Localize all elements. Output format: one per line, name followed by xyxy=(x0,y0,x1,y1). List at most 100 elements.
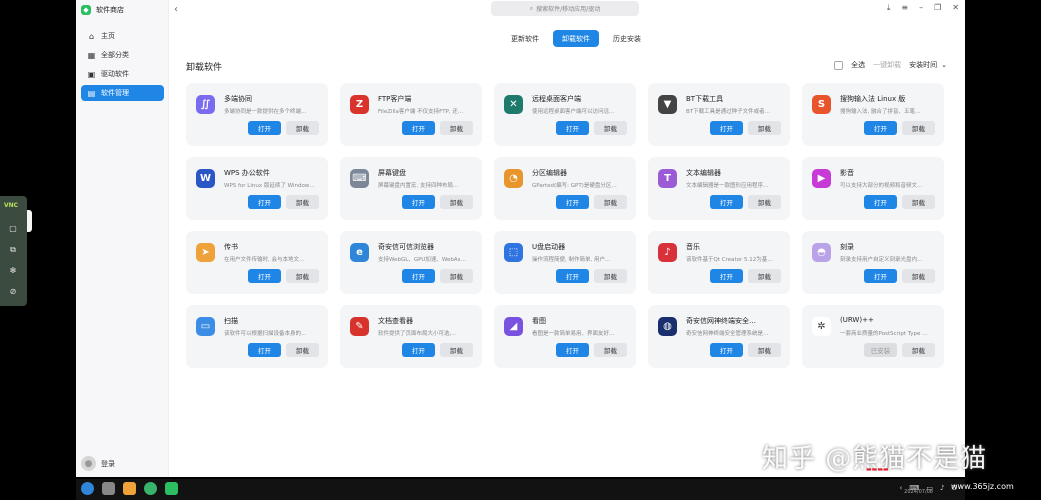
user-login[interactable]: ● 登录 xyxy=(81,456,115,471)
tab-2[interactable]: 历史安装 xyxy=(604,30,650,47)
sidebar-item-1[interactable]: ▦ 全部分类 xyxy=(81,47,164,63)
uninstall-button[interactable]: 卸载 xyxy=(594,343,627,357)
uninstall-button[interactable]: 卸载 xyxy=(748,343,781,357)
app-card[interactable]: ✲ (URW)++ 一套商业质量的PostScript Type … 已安装 卸载 xyxy=(802,305,944,368)
download-icon[interactable]: ⤓ xyxy=(887,3,891,13)
open-button[interactable]: 打开 xyxy=(248,121,281,135)
minimize-icon[interactable]: – xyxy=(919,3,923,13)
maximize-icon[interactable]: ❐ xyxy=(934,3,941,13)
launcher-icon[interactable] xyxy=(81,482,94,495)
app-card[interactable]: ◢ 看图 看图是一款简单易用、界面友好… 打开 卸载 xyxy=(494,305,636,368)
app-card[interactable]: Z FTP客户端 FileZilla客户端 不仅支持FTP, 还… 打开 卸载 xyxy=(340,83,482,146)
open-button[interactable]: 打开 xyxy=(864,195,897,209)
sort-dropdown[interactable]: 安装时间 ⌄ xyxy=(909,60,947,70)
browser-icon[interactable] xyxy=(144,482,157,495)
tab-0[interactable]: 更新软件 xyxy=(502,30,548,47)
open-button[interactable]: 打开 xyxy=(402,343,435,357)
menu-icon[interactable]: ≡ xyxy=(901,3,908,13)
open-button[interactable]: 打开 xyxy=(864,121,897,135)
volume-icon[interactable]: ♪ xyxy=(940,484,944,493)
tab-1[interactable]: 卸载软件 xyxy=(553,30,599,47)
app-card[interactable]: T 文本编辑器 文本编辑器是一款图形应用程序… 打开 卸载 xyxy=(648,157,790,220)
open-button[interactable]: 打开 xyxy=(710,343,743,357)
app-store-taskbar-icon[interactable] xyxy=(165,482,178,495)
app-card[interactable]: W WPS 办公软件 WPS for Linux 版延续了 Window… 打开 卸载 xyxy=(186,157,328,220)
uninstall-button[interactable]: 卸载 xyxy=(902,121,935,135)
app-card[interactable]: ⌨ 屏幕键盘 屏幕键盘内置宏, 支持四种布局… 打开 卸载 xyxy=(340,157,482,220)
window-controls: ⤓ ≡ – ❐ ✕ xyxy=(887,3,959,13)
multitask-icon[interactable] xyxy=(102,482,115,495)
uninstall-button[interactable]: 卸载 xyxy=(286,269,319,283)
app-card[interactable]: ∬ 多端协同 多端协同是一款提供在多个终端… 打开 卸载 xyxy=(186,83,328,146)
app-card[interactable]: ⬚ U盘启动器 操作流程简便, 制作简单, 用户… 打开 卸载 xyxy=(494,231,636,294)
uninstall-button[interactable]: 卸载 xyxy=(748,269,781,283)
app-icon: ◔ xyxy=(504,169,523,188)
clipboard-icon[interactable]: ⧉ xyxy=(8,245,18,255)
open-button[interactable]: 打开 xyxy=(556,269,589,283)
display-icon[interactable]: ▢ xyxy=(8,224,18,234)
vnc-panel-handle[interactable] xyxy=(27,210,32,232)
batch-uninstall-link[interactable]: 一键卸载 xyxy=(873,60,901,70)
app-icon: ◍ xyxy=(658,317,677,336)
app-card[interactable]: ➤ 传书 在用户文件传输时, 会与本地文… 打开 卸载 xyxy=(186,231,328,294)
sidebar-item-0[interactable]: ⌂ 主页 xyxy=(81,28,164,44)
home-icon: ⌂ xyxy=(88,31,95,41)
open-button[interactable]: 打开 xyxy=(248,195,281,209)
open-button[interactable]: 打开 xyxy=(402,121,435,135)
app-card[interactable]: ▭ 扫描 该软件可以根据扫描设备本身的… 打开 卸载 xyxy=(186,305,328,368)
app-card[interactable]: e 奇安信可信浏览器 支持WebGL、GPU加速、WebAs… 打开 卸载 xyxy=(340,231,482,294)
sidebar-item-2[interactable]: ▣ 驱动软件 xyxy=(81,66,164,82)
uninstall-button[interactable]: 卸载 xyxy=(440,269,473,283)
app-card[interactable]: ♪ 音乐 该软件基于Qt Creator 5.12为基… 打开 卸载 xyxy=(648,231,790,294)
open-button[interactable]: 打开 xyxy=(710,121,743,135)
open-button[interactable]: 打开 xyxy=(402,269,435,283)
file-manager-icon[interactable] xyxy=(123,482,136,495)
installed-button: 已安装 xyxy=(864,343,897,357)
open-button[interactable]: 打开 xyxy=(710,195,743,209)
uninstall-button[interactable]: 卸载 xyxy=(440,121,473,135)
app-card[interactable]: ◍ 奇安信网神终端安全… 奇安信网神终端安全管理系统是… 打开 卸载 xyxy=(648,305,790,368)
app-card[interactable]: ◔ 分区编辑器 GParted(编写: GPT)是硬盘分区… 打开 卸载 xyxy=(494,157,636,220)
app-card[interactable]: ✎ 文档查看器 软件提供了页面布局大小可选,… 打开 卸载 xyxy=(340,305,482,368)
uninstall-button[interactable]: 卸载 xyxy=(286,195,319,209)
app-card[interactable]: S 搜狗输入法 Linux 版搜狗输入法, 融合了拼音、五笔… 打开 卸载 xyxy=(802,83,944,146)
uninstall-button[interactable]: 卸载 xyxy=(902,195,935,209)
select-all-checkbox[interactable] xyxy=(834,60,844,70)
sidebar-item-3[interactable]: ▤ 软件管理 xyxy=(81,85,164,101)
app-card[interactable]: ▼ BT下载工具 BT下载工具是通过种子文件或者… 打开 卸载 xyxy=(648,83,790,146)
uninstall-button[interactable]: 卸载 xyxy=(594,121,627,135)
app-name: 音乐 xyxy=(686,243,700,251)
open-button[interactable]: 打开 xyxy=(556,343,589,357)
uninstall-button[interactable]: 卸载 xyxy=(902,343,935,357)
uninstall-button[interactable]: 卸载 xyxy=(594,269,627,283)
uninstall-button[interactable]: 卸载 xyxy=(748,121,781,135)
uninstall-button[interactable]: 卸载 xyxy=(748,195,781,209)
back-arrow-icon[interactable]: ‹ xyxy=(174,4,178,15)
disconnect-icon[interactable]: ⊘ xyxy=(8,287,18,297)
uninstall-button[interactable]: 卸载 xyxy=(902,269,935,283)
uninstall-button[interactable]: 卸载 xyxy=(286,343,319,357)
search-input[interactable]: ⌕ 搜索软件/移动应用/驱动 xyxy=(491,1,639,16)
app-name: 分区编辑器 xyxy=(532,169,567,177)
open-button[interactable]: 打开 xyxy=(556,121,589,135)
chevron-left-icon[interactable]: ‹ xyxy=(899,484,902,493)
open-button[interactable]: 打开 xyxy=(710,269,743,283)
open-button[interactable]: 打开 xyxy=(402,195,435,209)
uninstall-button[interactable]: 卸载 xyxy=(286,121,319,135)
close-icon[interactable]: ✕ xyxy=(952,3,959,13)
app-icon: ▶ xyxy=(812,169,831,188)
uninstall-button[interactable]: 卸载 xyxy=(594,195,627,209)
app-card[interactable]: ◓ 刻录 刻录支持用户自定义刻录光盘内… 打开 卸载 xyxy=(802,231,944,294)
open-button[interactable]: 打开 xyxy=(864,269,897,283)
sidebar-item-label: 主页 xyxy=(101,32,115,40)
app-card[interactable]: ▶ 影音 可以支持大部分的视频和音频文… 打开 卸载 xyxy=(802,157,944,220)
open-button[interactable]: 打开 xyxy=(248,269,281,283)
uninstall-button[interactable]: 卸载 xyxy=(440,343,473,357)
select-all-label[interactable]: 全选 xyxy=(851,60,865,70)
app-card[interactable]: ✕ 远程桌面客户端 使用远程桌面客户端可以访问远… 打开 卸载 xyxy=(494,83,636,146)
settings-icon[interactable]: ✻ xyxy=(8,266,18,276)
open-button[interactable]: 打开 xyxy=(248,343,281,357)
open-button[interactable]: 打开 xyxy=(556,195,589,209)
uninstall-button[interactable]: 卸载 xyxy=(440,195,473,209)
avatar: ● xyxy=(81,456,96,471)
